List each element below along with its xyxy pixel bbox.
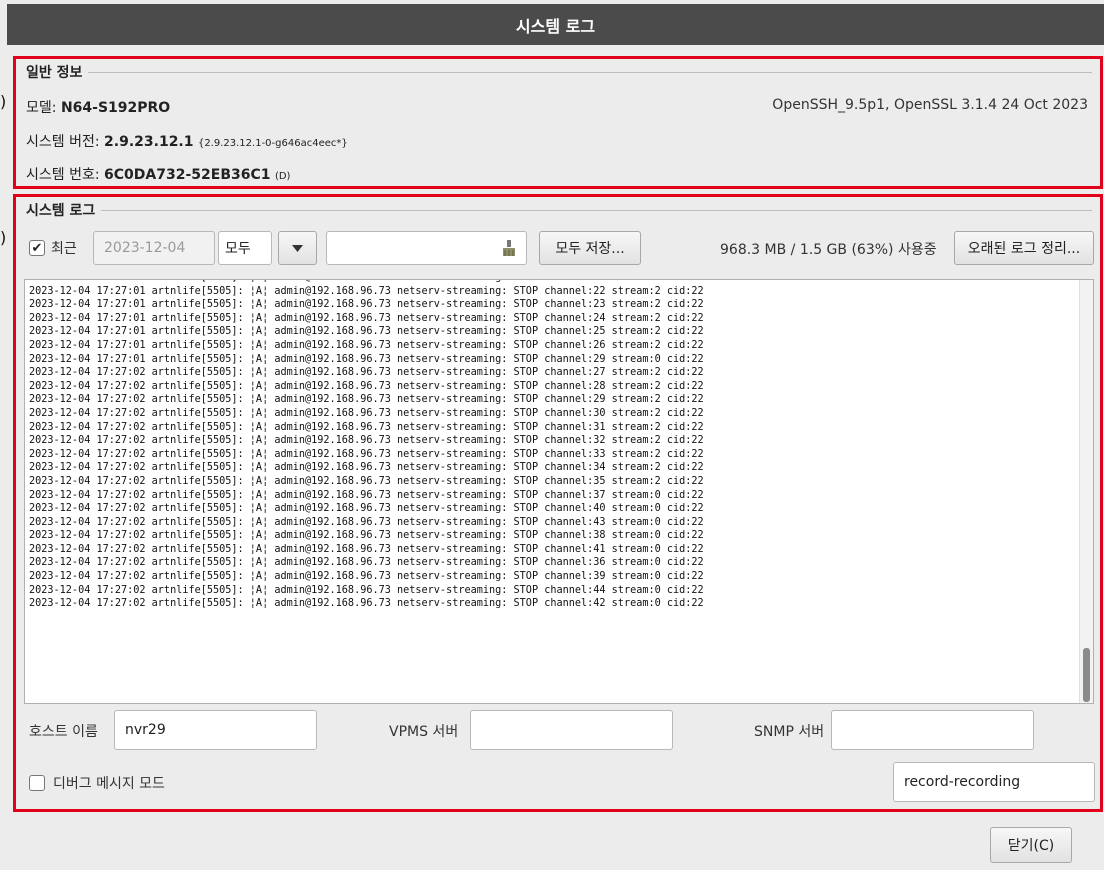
snmp-server-field[interactable]: [831, 710, 1034, 750]
ssl-info: OpenSSH_9.5p1, OpenSSL 3.1.4 24 Oct 2023: [772, 97, 1088, 113]
annotation-marker-2: ): [0, 228, 7, 247]
log-line: 2023-12-04 17:27:02 artnlife[5505]: ¦A¦ …: [29, 584, 704, 596]
caret-down-icon: [292, 244, 303, 252]
log-line: 2023-12-04 17:27:01 artnlife[5505]: ¦A¦ …: [29, 353, 704, 365]
checkmark-icon: ✔: [31, 240, 43, 256]
log-line: 2023-12-04 17:27:02 artnlife[5505]: ¦A¦ …: [29, 475, 704, 487]
snmp-server-label: SNMP 서버: [754, 724, 825, 740]
model-label: 모델:: [26, 100, 57, 116]
group-divider: [86, 72, 1092, 73]
cleanup-old-logs-button[interactable]: 오래된 로그 정리...: [954, 231, 1094, 265]
log-line: 2023-12-04 17:27:02 artnlife[5505]: ¦A¦ …: [29, 380, 704, 392]
log-line: 2023-12-04 17:27:01 artnlife[5505]: ¦A¦ …: [29, 299, 704, 311]
log-line: 2023-12-04 17:27:02 artnlife[5505]: ¦A¦ …: [29, 571, 704, 583]
version-label: 시스템 버전:: [26, 134, 100, 150]
debug-mode-label: 디버그 메시지 모드: [53, 776, 165, 792]
log-line: 2023-12-04 17:27:02 artnlife[5505]: ¦A¦ …: [29, 448, 704, 460]
hostname-value: nvr29: [125, 722, 166, 738]
serial-suffix: (D): [274, 171, 291, 182]
log-line: 2023-12-04 17:27:02 artnlife[5505]: ¦A¦ …: [29, 435, 704, 447]
log-line: 2023-12-04 17:27:02 artnlife[5505]: ¦A¦ …: [29, 394, 704, 406]
vpms-server-field[interactable]: [470, 710, 673, 750]
recent-label: 최근: [51, 241, 77, 257]
serial-label: 시스템 번호:: [26, 167, 100, 183]
filter-dropdown-button[interactable]: [278, 231, 317, 265]
version-detail: {2.9.23.12.1-0-g646ac4eec*}: [197, 138, 348, 149]
log-line: 2023-12-04 17:27:01 artnlife[5505]: ¦A¦ …: [29, 285, 704, 297]
log-scrollbar-thumb[interactable]: [1083, 648, 1090, 702]
window-titlebar: 시스템 로그: [7, 4, 1104, 45]
system-log-section: 시스템 로그 ✔ 최근 2023-12-04 모두 모두 저장... 968.3…: [13, 194, 1103, 812]
log-line: 2023-12-04 17:27:02 artnlife[5505]: ¦A¦ …: [29, 516, 704, 528]
log-scrollbar[interactable]: [1079, 280, 1093, 703]
log-line: 2023-12-04 17:27:01 artnlife[5505]: ¦A¦ …: [29, 280, 704, 285]
search-input[interactable]: [326, 231, 527, 265]
version-row: 시스템 버전: 2.9.23.12.1 {2.9.23.12.1-0-g646a…: [26, 131, 348, 151]
vpms-server-label: VPMS 서버: [389, 724, 459, 740]
model-row: 모델: N64-S192PRO: [26, 97, 170, 117]
annotation-marker-1: ): [0, 92, 7, 111]
log-line: 2023-12-04 17:27:02 artnlife[5505]: ¦A¦ …: [29, 530, 704, 542]
record-value: record-recording: [904, 774, 1021, 790]
filter-select[interactable]: 모두: [218, 231, 272, 265]
date-value: 2023-12-04: [104, 240, 186, 256]
log-lines: 2023-12-04 17:27:01 artnlife[5505]: ¦A¦ …: [29, 280, 704, 611]
hostname-label: 호스트 이름: [29, 724, 98, 740]
hostname-field[interactable]: nvr29: [114, 710, 317, 750]
recent-checkbox[interactable]: ✔: [29, 240, 45, 256]
general-info-section: 일반 정보 모델: N64-S192PRO OpenSSH_9.5p1, Ope…: [13, 56, 1103, 189]
log-line: 2023-12-04 17:27:02 artnlife[5505]: ¦A¦ …: [29, 462, 704, 474]
record-field[interactable]: record-recording: [893, 762, 1095, 802]
broom-icon[interactable]: [502, 240, 516, 257]
log-text-area[interactable]: 2023-12-04 17:27:01 artnlife[5505]: ¦A¦ …: [24, 279, 1094, 704]
system-log-title: 시스템 로그: [26, 200, 102, 220]
log-line: 2023-12-04 17:27:02 artnlife[5505]: ¦A¦ …: [29, 421, 704, 433]
log-line: 2023-12-04 17:27:02 artnlife[5505]: ¦A¦ …: [29, 598, 704, 610]
model-value: N64-S192PRO: [60, 100, 171, 116]
filter-value: 모두: [225, 241, 251, 257]
debug-mode-checkbox[interactable]: [29, 775, 45, 791]
save-all-button[interactable]: 모두 저장...: [539, 231, 641, 265]
log-line: 2023-12-04 17:27:01 artnlife[5505]: ¦A¦ …: [29, 339, 704, 351]
log-line: 2023-12-04 17:27:01 artnlife[5505]: ¦A¦ …: [29, 326, 704, 338]
window-title: 시스템 로그: [515, 16, 596, 36]
serial-row: 시스템 번호: 6C0DA732-52EB36C1 (D): [26, 164, 290, 184]
group-divider: [98, 210, 1092, 211]
log-line: 2023-12-04 17:27:02 artnlife[5505]: ¦A¦ …: [29, 557, 704, 569]
log-line: 2023-12-04 17:27:02 artnlife[5505]: ¦A¦ …: [29, 543, 704, 555]
log-line: 2023-12-04 17:27:02 artnlife[5505]: ¦A¦ …: [29, 367, 704, 379]
date-field[interactable]: 2023-12-04: [93, 231, 215, 265]
log-line: 2023-12-04 17:27:02 artnlife[5505]: ¦A¦ …: [29, 489, 704, 501]
general-info-title: 일반 정보: [26, 62, 89, 82]
version-value: 2.9.23.12.1: [104, 134, 194, 150]
close-button[interactable]: 닫기(C): [990, 827, 1072, 863]
log-line: 2023-12-04 17:27:02 artnlife[5505]: ¦A¦ …: [29, 407, 704, 419]
serial-value: 6C0DA732-52EB36C1: [104, 167, 271, 183]
log-line: 2023-12-04 17:27:01 artnlife[5505]: ¦A¦ …: [29, 312, 704, 324]
log-line: 2023-12-04 17:27:02 artnlife[5505]: ¦A¦ …: [29, 503, 704, 515]
storage-usage: 968.3 MB / 1.5 GB (63%) 사용중: [720, 242, 937, 258]
